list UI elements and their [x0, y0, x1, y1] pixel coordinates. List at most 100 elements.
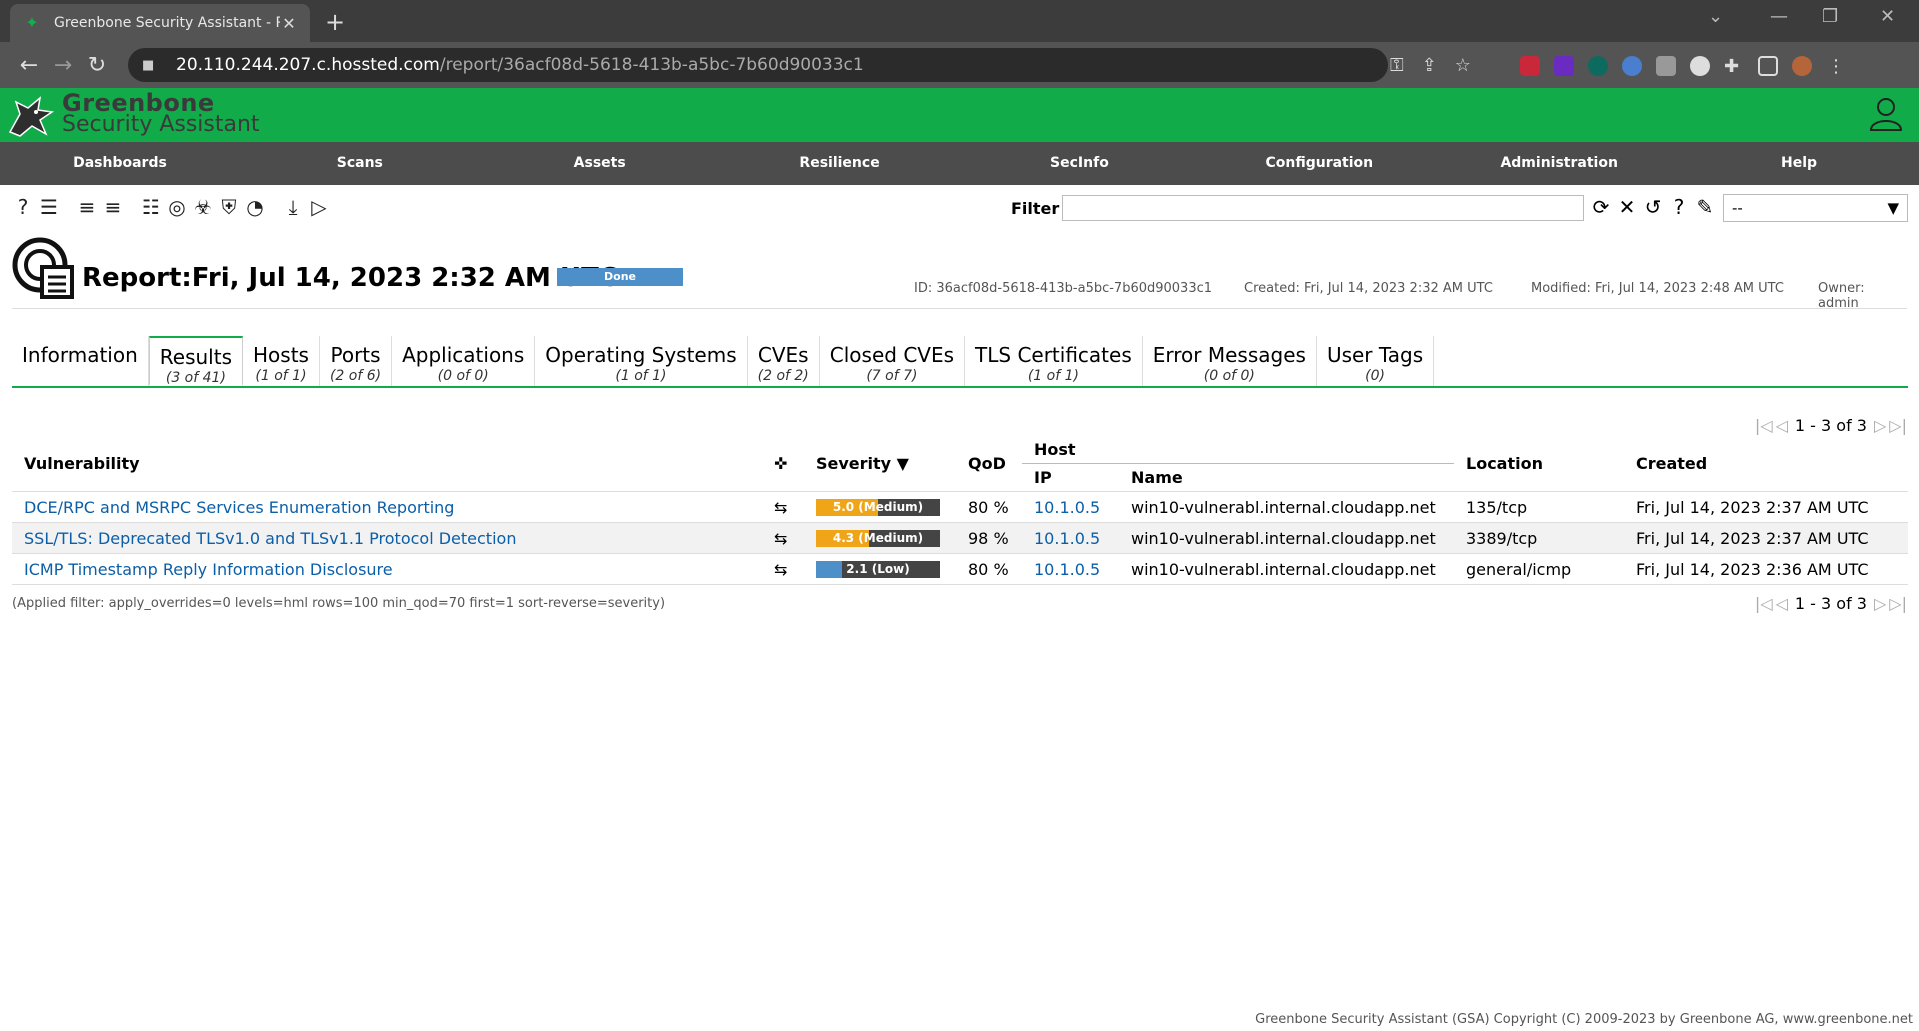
tab-applications[interactable]: Applications (0 of 0): [392, 336, 536, 386]
close-tab-icon[interactable]: ✕: [280, 14, 298, 33]
refresh-filter-icon[interactable]: ⟳: [1590, 195, 1612, 219]
task-list-icon[interactable]: ☷: [140, 195, 162, 219]
host-ip-link[interactable]: 10.1.0.5: [1022, 492, 1119, 523]
r-extension-icon[interactable]: [1554, 56, 1574, 76]
window-close-icon[interactable]: ✕: [1880, 6, 1895, 27]
next-page-icon[interactable]: ▷: [1874, 416, 1886, 435]
host-ip-link[interactable]: 10.1.0.5: [1022, 554, 1119, 585]
add-to-assets-icon[interactable]: ≡: [76, 195, 98, 219]
cloud-extension-icon[interactable]: [1690, 56, 1710, 76]
filter-help-icon[interactable]: ?: [1668, 195, 1690, 219]
restore-icon[interactable]: ❐: [1822, 6, 1838, 27]
solution-type-icon[interactable]: ✜: [762, 436, 804, 492]
profile-avatar-icon[interactable]: [1792, 56, 1812, 76]
vulnerability-link[interactable]: ICMP Timestamp Reply Information Disclos…: [12, 554, 762, 585]
tab-label: Information: [22, 343, 138, 367]
menu-secinfo[interactable]: SecInfo: [960, 142, 1200, 185]
mail-extension-icon[interactable]: [1520, 56, 1540, 76]
tab-operating-systems[interactable]: Operating Systems (1 of 1): [535, 336, 748, 386]
trigger-alert-icon[interactable]: ▷: [308, 195, 330, 219]
minimize-icon[interactable]: —: [1770, 6, 1788, 27]
greenbone-dragon-logo-icon[interactable]: [6, 92, 56, 138]
slash-extension-icon[interactable]: [1656, 56, 1676, 76]
col-severity[interactable]: Severity ▼: [804, 436, 956, 492]
list-icon[interactable]: ☰: [38, 195, 60, 219]
user-menu-icon[interactable]: [1869, 96, 1903, 132]
menu-scans[interactable]: Scans: [240, 142, 480, 185]
tab-ports[interactable]: Ports (2 of 6): [320, 336, 393, 386]
back-icon[interactable]: ←: [12, 53, 46, 78]
sidebar-icon[interactable]: [1758, 56, 1778, 76]
tab-search-icon[interactable]: ⌄: [1708, 6, 1723, 27]
filter-input[interactable]: [1062, 195, 1584, 221]
menu-dashboards[interactable]: Dashboards: [0, 142, 240, 185]
tab-cves[interactable]: CVEs (2 of 2): [748, 336, 820, 386]
menu-assets[interactable]: Assets: [480, 142, 720, 185]
table-row[interactable]: ICMP Timestamp Reply Information Disclos…: [12, 553, 1908, 585]
new-tab-icon[interactable]: +: [325, 8, 345, 36]
tls-certificate-icon[interactable]: ⛨: [218, 195, 240, 219]
next-page-icon[interactable]: ▷: [1874, 594, 1886, 613]
clear-filter-icon[interactable]: ✕: [1616, 195, 1638, 219]
tab-closed-cves[interactable]: Closed CVEs (7 of 7): [820, 336, 966, 386]
previous-page-icon[interactable]: ◁: [1776, 594, 1788, 613]
toolbar: ? ☰ ≡ ≡ ☷ ◎ ☣ ⛨ ◔ ⤓ ▷ Filter ⟳ ✕ ↺ ? ✎ -…: [0, 185, 1919, 229]
circle-extension-icon[interactable]: [1588, 56, 1608, 76]
url-field[interactable]: ■ 20.110.244.207.c.hossted.com/report/36…: [128, 48, 1388, 82]
menu-help[interactable]: Help: [1679, 142, 1919, 185]
tab-user-tags[interactable]: User Tags (0): [1317, 336, 1435, 386]
browser-tab[interactable]: ✦ Greenbone Security Assistant - R ✕: [10, 4, 310, 42]
qod-value: 98 %: [968, 528, 1009, 548]
tab-tls-certificates[interactable]: TLS Certificates (1 of 1): [965, 336, 1143, 386]
menu-resilience[interactable]: Resilience: [720, 142, 960, 185]
filter-select[interactable]: -- ▼: [1723, 194, 1908, 222]
reset-filter-icon[interactable]: ↺: [1642, 195, 1664, 219]
reload-icon[interactable]: ↻: [80, 53, 114, 78]
host-ip-link[interactable]: 10.1.0.5: [1022, 523, 1119, 554]
col-name[interactable]: Name: [1119, 464, 1454, 492]
col-host: Host: [1022, 436, 1454, 464]
tab-information[interactable]: Information: [12, 336, 149, 386]
report-created: Created: Fri, Jul 14, 2023 2:32 AM UTC: [1244, 281, 1493, 296]
download-icon[interactable]: ⤓: [282, 195, 304, 219]
remove-from-assets-icon[interactable]: ≡: [102, 195, 124, 219]
table-row[interactable]: SSL/TLS: Deprecated TLSv1.0 and TLSv1.1 …: [12, 522, 1908, 554]
tab-results[interactable]: Results (3 of 41): [148, 336, 243, 386]
last-page-icon[interactable]: ▷|: [1889, 594, 1907, 613]
col-ip[interactable]: IP: [1022, 464, 1119, 492]
vulnerability-link[interactable]: SSL/TLS: Deprecated TLSv1.0 and TLSv1.1 …: [12, 523, 762, 554]
report-modified: Modified: Fri, Jul 14, 2023 2:48 AM UTC: [1531, 281, 1784, 296]
col-vulnerability[interactable]: Vulnerability: [12, 436, 762, 492]
forward-icon[interactable]: →: [46, 53, 80, 78]
edit-filter-icon[interactable]: ✎: [1694, 195, 1716, 219]
solution-workaround-icon: ⇆: [774, 559, 788, 579]
col-location[interactable]: Location: [1454, 436, 1624, 492]
shield-extension-icon[interactable]: [1622, 56, 1642, 76]
tab-error-messages[interactable]: Error Messages (0 of 0): [1143, 336, 1317, 386]
first-page-icon[interactable]: |◁: [1755, 594, 1773, 613]
col-qod[interactable]: QoD: [956, 436, 1022, 492]
pagination-top: |◁ ◁ 1 - 3 of 3 ▷ ▷|: [1755, 416, 1907, 435]
tab-count: (1 of 1): [255, 368, 307, 384]
last-page-icon[interactable]: ▷|: [1889, 416, 1907, 435]
previous-page-icon[interactable]: ◁: [1776, 416, 1788, 435]
key-icon[interactable]: ⚿: [1390, 55, 1404, 76]
performance-icon[interactable]: ◔: [244, 195, 266, 219]
table-row[interactable]: DCE/RPC and MSRPC Services Enumeration R…: [12, 491, 1908, 523]
puzzle-extension-icon[interactable]: ✚: [1724, 56, 1744, 77]
first-page-icon[interactable]: |◁: [1755, 416, 1773, 435]
menu-administration[interactable]: Administration: [1439, 142, 1679, 185]
created-date: Fri, Jul 14, 2023 2:36 AM UTC: [1636, 559, 1869, 579]
vulnerabilities-icon[interactable]: ☣: [192, 195, 214, 219]
main-menu: Dashboards Scans Assets Resilience SecIn…: [0, 142, 1919, 185]
bookmark-star-icon[interactable]: ☆: [1455, 55, 1471, 76]
url-host: 20.110.244.207.c.hossted.com: [176, 55, 440, 75]
col-created[interactable]: Created: [1624, 436, 1908, 492]
vulnerability-link[interactable]: DCE/RPC and MSRPC Services Enumeration R…: [12, 492, 762, 523]
results-radar-icon[interactable]: ◎: [166, 195, 188, 219]
share-icon[interactable]: ⇪: [1422, 55, 1437, 76]
help-icon[interactable]: ?: [12, 195, 34, 219]
tab-hosts[interactable]: Hosts (1 of 1): [243, 336, 320, 386]
menu-configuration[interactable]: Configuration: [1199, 142, 1439, 185]
more-menu-icon[interactable]: ⋮: [1826, 56, 1846, 77]
